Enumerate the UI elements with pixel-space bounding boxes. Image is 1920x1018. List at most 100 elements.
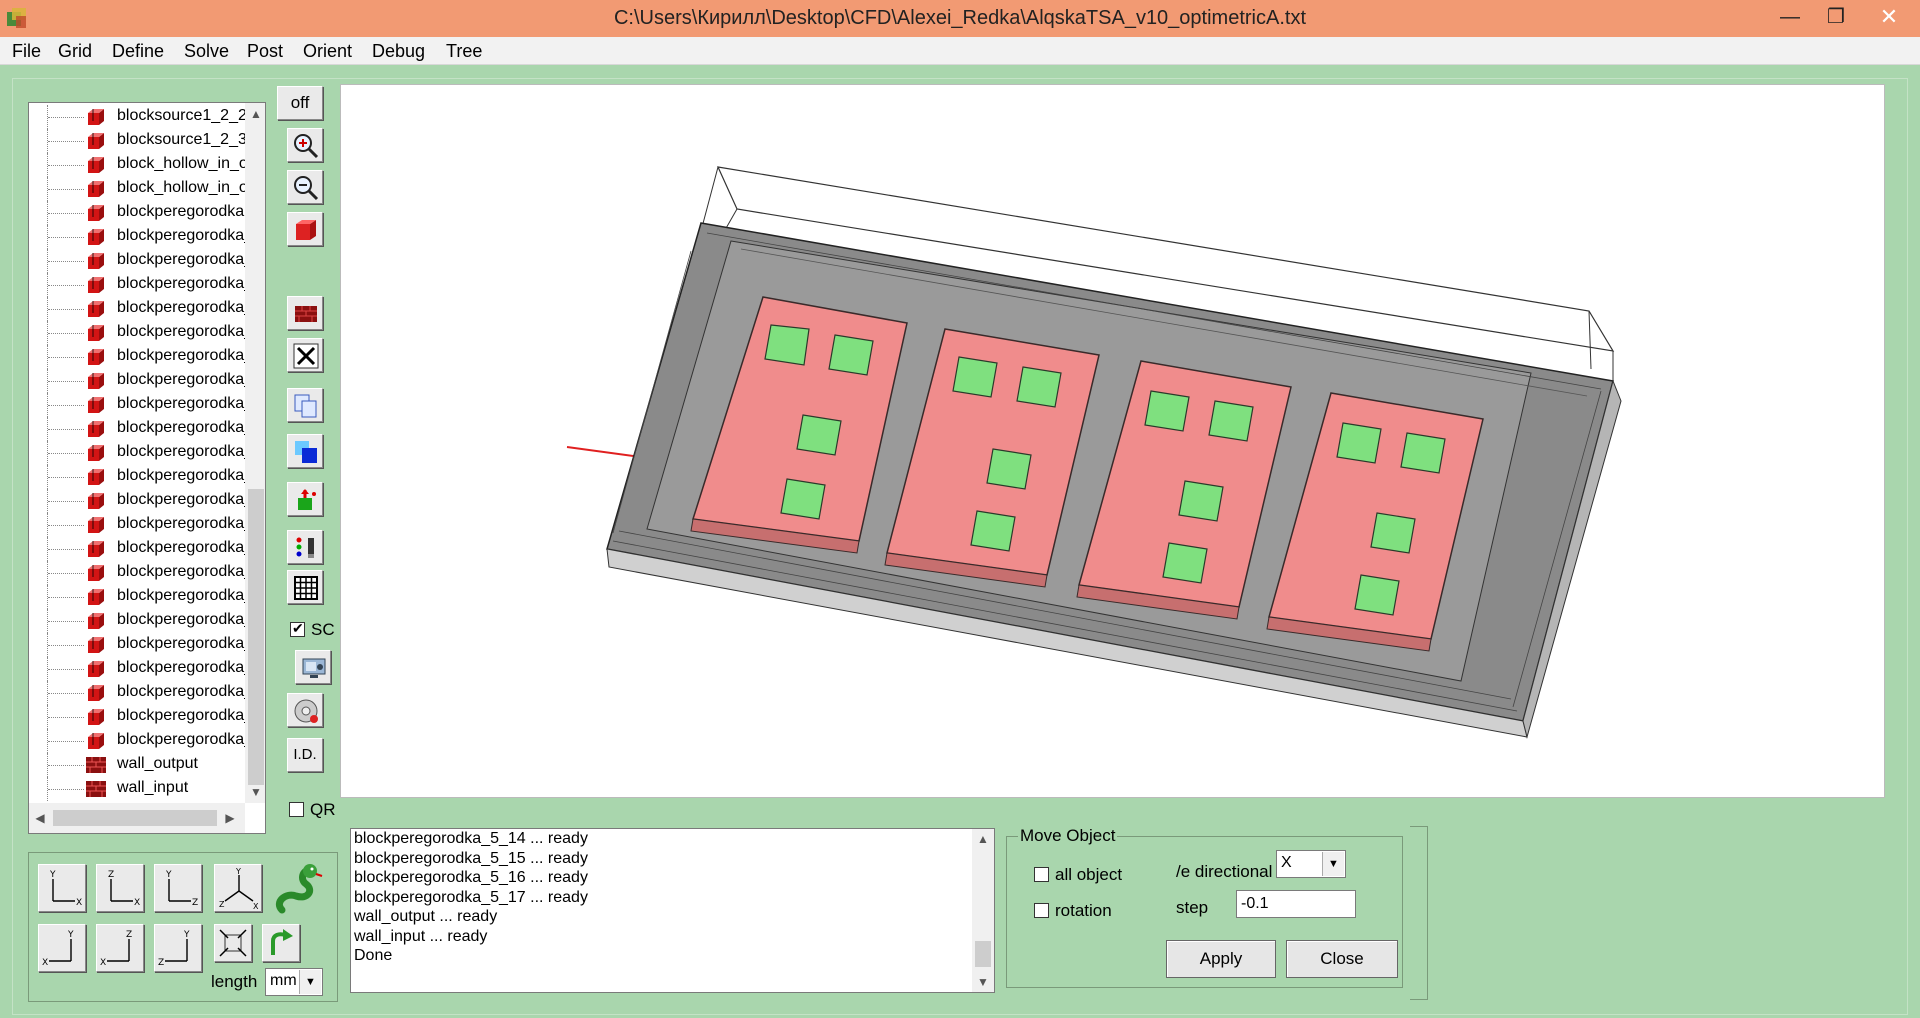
axes-yz-icon: YZ: [165, 870, 198, 908]
scroll-thumb[interactable]: [975, 941, 991, 967]
3d-viewport[interactable]: [340, 84, 1885, 798]
tree-item[interactable]: blocksource1_2_3: [29, 129, 247, 153]
chevron-down-icon[interactable]: ▼: [299, 970, 321, 994]
tree-item[interactable]: block_hollow_in_out_: [29, 177, 265, 201]
tree-item[interactable]: blocksource1_2_2: [29, 105, 247, 129]
log-line: blockperegorodka_5_14 ... ready: [354, 830, 588, 847]
scroll-down-icon[interactable]: ▼: [245, 781, 265, 803]
tree-item[interactable]: blockperegorodka_5_: [29, 465, 265, 489]
tree-horizontal-scrollbar[interactable]: ◀ ▶: [29, 803, 245, 833]
select-region-button[interactable]: [287, 434, 323, 468]
view-yz-button[interactable]: YZ: [154, 864, 202, 912]
off-button[interactable]: off: [277, 86, 323, 120]
view-zx-button[interactable]: ZX: [96, 864, 144, 912]
scroll-up-icon[interactable]: ▲: [972, 829, 994, 849]
menu-debug[interactable]: Debug: [366, 39, 431, 64]
tree-item[interactable]: wall_output: [29, 753, 245, 777]
tree-item[interactable]: blockperegorodka_5_: [29, 585, 265, 609]
zoom-in-button[interactable]: [287, 128, 323, 162]
tree-item[interactable]: blockperegorodka_5_: [29, 609, 265, 633]
scroll-thumb[interactable]: [248, 489, 264, 785]
tree-item[interactable]: blockperegorodka_5_: [29, 537, 265, 561]
close-window-button[interactable]: ✕: [1859, 0, 1919, 34]
view-zy-button[interactable]: YZ: [154, 924, 202, 972]
grid-button[interactable]: [287, 570, 323, 604]
scroll-down-icon[interactable]: ▼: [972, 972, 994, 992]
maximize-button[interactable]: ❐: [1813, 0, 1859, 34]
direction-select[interactable]: X ▼: [1276, 850, 1346, 878]
sc-toggle[interactable]: SC: [290, 619, 335, 639]
tree-item[interactable]: blockperegorodka_5_: [29, 489, 265, 513]
screenshot-button[interactable]: [295, 650, 331, 684]
tree-item-label: blockperegorodka_5_: [117, 587, 266, 604]
view-xy-button[interactable]: YX: [38, 924, 86, 972]
block-view-button[interactable]: [287, 212, 323, 246]
wall-button[interactable]: [287, 296, 323, 330]
tree-item[interactable]: blockperegorodka_5_: [29, 345, 265, 369]
tree-item[interactable]: blockperegorodka_5_: [29, 633, 265, 657]
menu-define[interactable]: Define: [106, 39, 170, 64]
apply-button[interactable]: Apply: [1166, 940, 1276, 978]
record-button[interactable]: [287, 693, 323, 727]
snake-icon[interactable]: [272, 862, 324, 916]
qr-checkbox[interactable]: [289, 802, 304, 818]
tree-item[interactable]: blockperegorodka_5_: [29, 513, 265, 537]
source-button[interactable]: [287, 482, 323, 516]
svg-text:Z: Z: [126, 930, 132, 940]
tree-item[interactable]: blockperegorodka_5_: [29, 393, 265, 417]
tree-item[interactable]: blockperegorodka: [29, 201, 245, 225]
qr-toggle[interactable]: QR: [289, 799, 336, 819]
tree-item[interactable]: blockperegorodka_5_: [29, 729, 265, 753]
all-object-toggle[interactable]: all object: [1034, 864, 1122, 884]
tree-item[interactable]: blockperegorodka_5_: [29, 705, 265, 729]
menu-orient[interactable]: Orient: [297, 39, 358, 64]
rotation-toggle[interactable]: rotation: [1034, 900, 1112, 920]
scroll-thumb-horizontal[interactable]: [53, 810, 217, 826]
view-yx-button[interactable]: YX: [38, 864, 86, 912]
chevron-down-icon[interactable]: ▼: [1322, 852, 1344, 876]
menu-file[interactable]: File: [6, 39, 47, 64]
menu-grid[interactable]: Grid: [52, 39, 98, 64]
tree-item[interactable]: blockperegorodka_5_: [29, 417, 265, 441]
fit-view-button[interactable]: [214, 924, 252, 962]
delete-button[interactable]: [287, 338, 323, 372]
tree-item[interactable]: blockperegorodka_5_: [29, 369, 265, 393]
log-scrollbar[interactable]: ▲ ▼: [972, 829, 994, 992]
tree-item[interactable]: blockperegorodka_5: [29, 321, 262, 345]
copy-button[interactable]: [287, 388, 323, 422]
object-tree[interactable]: blocksource1_2_2 blocksource1_2_3 block_ho…: [28, 102, 266, 834]
tree-item[interactable]: blockperegorodka_5_: [29, 561, 265, 585]
log-output[interactable]: blockperegorodka_5_14 ... ready blockpere…: [350, 828, 995, 993]
menu-post[interactable]: Post: [241, 39, 289, 64]
close-button[interactable]: Close: [1286, 940, 1398, 978]
tree-item[interactable]: blockperegorodka_2: [29, 249, 262, 273]
step-input[interactable]: -0.1: [1236, 890, 1356, 918]
tree-item[interactable]: blockperegorodka_1: [29, 225, 262, 249]
rotation-checkbox[interactable]: [1034, 903, 1049, 919]
scroll-left-icon[interactable]: ◀: [29, 803, 51, 833]
tree-item[interactable]: blockperegorodka_3: [29, 273, 262, 297]
scroll-right-icon[interactable]: ▶: [219, 803, 241, 833]
scroll-up-icon[interactable]: ▲: [245, 103, 265, 125]
all-object-checkbox[interactable]: [1034, 867, 1049, 883]
colors-button[interactable]: [287, 530, 323, 564]
tree-item[interactable]: blockperegorodka_4: [29, 297, 262, 321]
id-button[interactable]: I.D.: [287, 738, 323, 772]
menu-solve[interactable]: Solve: [178, 39, 235, 64]
tree-item[interactable]: blockperegorodka_5_: [29, 441, 265, 465]
rotate-view-button[interactable]: [262, 924, 300, 962]
tree-connector: [48, 669, 84, 670]
tree-vertical-scrollbar[interactable]: ▲ ▼: [245, 103, 265, 803]
tree-item[interactable]: blockperegorodka_5_: [29, 681, 265, 705]
tree-item[interactable]: wall_input: [29, 777, 245, 801]
view-iso-button[interactable]: Y Z X: [214, 864, 262, 912]
sc-checkbox[interactable]: [290, 620, 305, 638]
zoom-out-button[interactable]: [287, 170, 323, 204]
tree-item-label: blockperegorodka_5_: [117, 443, 266, 460]
minimize-button[interactable]: —: [1767, 0, 1813, 34]
menu-tree[interactable]: Tree: [440, 39, 488, 64]
view-xz-button[interactable]: ZX: [96, 924, 144, 972]
tree-item[interactable]: blockperegorodka_5_: [29, 657, 265, 681]
length-unit-select[interactable]: mm ▼: [265, 968, 323, 996]
tree-item[interactable]: block_hollow_in_out: [29, 153, 261, 177]
